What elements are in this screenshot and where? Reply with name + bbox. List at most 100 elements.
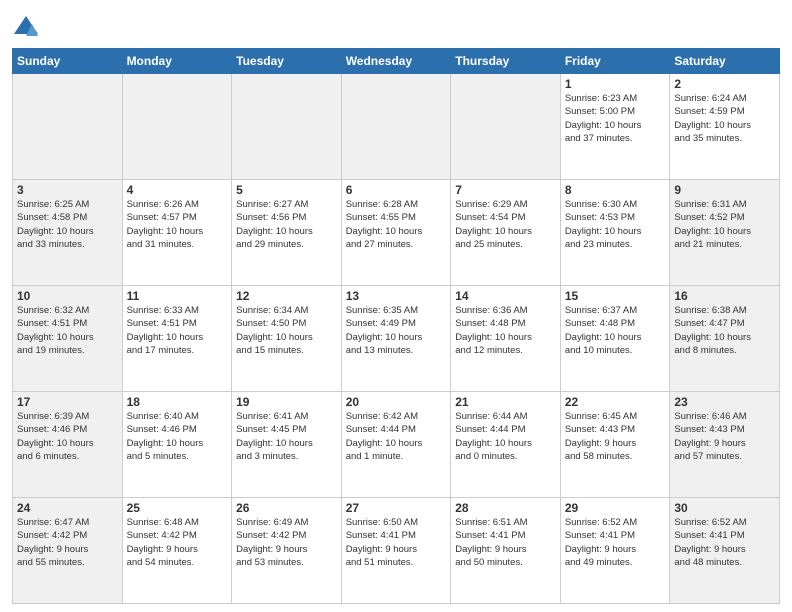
day-info: Sunrise: 6:36 AM Sunset: 4:48 PM Dayligh… xyxy=(455,304,556,357)
logo xyxy=(12,14,43,42)
day-number: 22 xyxy=(565,395,666,409)
day-number: 27 xyxy=(346,501,447,515)
calendar-cell: 28Sunrise: 6:51 AM Sunset: 4:41 PM Dayli… xyxy=(451,498,561,604)
day-number: 15 xyxy=(565,289,666,303)
day-info: Sunrise: 6:49 AM Sunset: 4:42 PM Dayligh… xyxy=(236,516,337,569)
day-info: Sunrise: 6:52 AM Sunset: 4:41 PM Dayligh… xyxy=(565,516,666,569)
calendar-cell: 5Sunrise: 6:27 AM Sunset: 4:56 PM Daylig… xyxy=(232,180,342,286)
day-info: Sunrise: 6:47 AM Sunset: 4:42 PM Dayligh… xyxy=(17,516,118,569)
day-info: Sunrise: 6:28 AM Sunset: 4:55 PM Dayligh… xyxy=(346,198,447,251)
calendar-cell: 15Sunrise: 6:37 AM Sunset: 4:48 PM Dayli… xyxy=(560,286,670,392)
day-info: Sunrise: 6:23 AM Sunset: 5:00 PM Dayligh… xyxy=(565,92,666,145)
calendar-cell: 23Sunrise: 6:46 AM Sunset: 4:43 PM Dayli… xyxy=(670,392,780,498)
week-row-1: 1Sunrise: 6:23 AM Sunset: 5:00 PM Daylig… xyxy=(13,74,780,180)
calendar-cell: 10Sunrise: 6:32 AM Sunset: 4:51 PM Dayli… xyxy=(13,286,123,392)
day-number: 29 xyxy=(565,501,666,515)
day-number: 1 xyxy=(565,77,666,91)
day-info: Sunrise: 6:35 AM Sunset: 4:49 PM Dayligh… xyxy=(346,304,447,357)
day-info: Sunrise: 6:26 AM Sunset: 4:57 PM Dayligh… xyxy=(127,198,228,251)
calendar-cell: 6Sunrise: 6:28 AM Sunset: 4:55 PM Daylig… xyxy=(341,180,451,286)
day-number: 18 xyxy=(127,395,228,409)
day-number: 5 xyxy=(236,183,337,197)
weekday-header-saturday: Saturday xyxy=(670,49,780,74)
calendar-cell: 19Sunrise: 6:41 AM Sunset: 4:45 PM Dayli… xyxy=(232,392,342,498)
day-info: Sunrise: 6:41 AM Sunset: 4:45 PM Dayligh… xyxy=(236,410,337,463)
day-number: 4 xyxy=(127,183,228,197)
day-number: 12 xyxy=(236,289,337,303)
weekday-header-sunday: Sunday xyxy=(13,49,123,74)
calendar-cell: 7Sunrise: 6:29 AM Sunset: 4:54 PM Daylig… xyxy=(451,180,561,286)
day-number: 6 xyxy=(346,183,447,197)
day-info: Sunrise: 6:39 AM Sunset: 4:46 PM Dayligh… xyxy=(17,410,118,463)
day-number: 25 xyxy=(127,501,228,515)
calendar-cell: 22Sunrise: 6:45 AM Sunset: 4:43 PM Dayli… xyxy=(560,392,670,498)
logo-icon xyxy=(12,14,40,42)
calendar-cell xyxy=(13,74,123,180)
day-number: 16 xyxy=(674,289,775,303)
calendar-cell xyxy=(451,74,561,180)
day-info: Sunrise: 6:30 AM Sunset: 4:53 PM Dayligh… xyxy=(565,198,666,251)
calendar-cell: 14Sunrise: 6:36 AM Sunset: 4:48 PM Dayli… xyxy=(451,286,561,392)
calendar-cell: 24Sunrise: 6:47 AM Sunset: 4:42 PM Dayli… xyxy=(13,498,123,604)
calendar: SundayMondayTuesdayWednesdayThursdayFrid… xyxy=(12,48,780,604)
weekday-header-friday: Friday xyxy=(560,49,670,74)
day-number: 21 xyxy=(455,395,556,409)
day-number: 7 xyxy=(455,183,556,197)
day-info: Sunrise: 6:46 AM Sunset: 4:43 PM Dayligh… xyxy=(674,410,775,463)
day-info: Sunrise: 6:37 AM Sunset: 4:48 PM Dayligh… xyxy=(565,304,666,357)
calendar-cell: 26Sunrise: 6:49 AM Sunset: 4:42 PM Dayli… xyxy=(232,498,342,604)
calendar-cell: 17Sunrise: 6:39 AM Sunset: 4:46 PM Dayli… xyxy=(13,392,123,498)
day-info: Sunrise: 6:40 AM Sunset: 4:46 PM Dayligh… xyxy=(127,410,228,463)
day-info: Sunrise: 6:27 AM Sunset: 4:56 PM Dayligh… xyxy=(236,198,337,251)
weekday-header-monday: Monday xyxy=(122,49,232,74)
day-info: Sunrise: 6:48 AM Sunset: 4:42 PM Dayligh… xyxy=(127,516,228,569)
day-info: Sunrise: 6:31 AM Sunset: 4:52 PM Dayligh… xyxy=(674,198,775,251)
calendar-cell: 12Sunrise: 6:34 AM Sunset: 4:50 PM Dayli… xyxy=(232,286,342,392)
page: SundayMondayTuesdayWednesdayThursdayFrid… xyxy=(0,0,792,612)
calendar-cell: 27Sunrise: 6:50 AM Sunset: 4:41 PM Dayli… xyxy=(341,498,451,604)
calendar-cell: 21Sunrise: 6:44 AM Sunset: 4:44 PM Dayli… xyxy=(451,392,561,498)
calendar-cell: 3Sunrise: 6:25 AM Sunset: 4:58 PM Daylig… xyxy=(13,180,123,286)
day-info: Sunrise: 6:25 AM Sunset: 4:58 PM Dayligh… xyxy=(17,198,118,251)
calendar-cell: 18Sunrise: 6:40 AM Sunset: 4:46 PM Dayli… xyxy=(122,392,232,498)
week-row-2: 3Sunrise: 6:25 AM Sunset: 4:58 PM Daylig… xyxy=(13,180,780,286)
day-info: Sunrise: 6:42 AM Sunset: 4:44 PM Dayligh… xyxy=(346,410,447,463)
calendar-cell: 25Sunrise: 6:48 AM Sunset: 4:42 PM Dayli… xyxy=(122,498,232,604)
week-row-4: 17Sunrise: 6:39 AM Sunset: 4:46 PM Dayli… xyxy=(13,392,780,498)
day-number: 26 xyxy=(236,501,337,515)
calendar-cell: 1Sunrise: 6:23 AM Sunset: 5:00 PM Daylig… xyxy=(560,74,670,180)
calendar-cell: 9Sunrise: 6:31 AM Sunset: 4:52 PM Daylig… xyxy=(670,180,780,286)
day-number: 11 xyxy=(127,289,228,303)
day-info: Sunrise: 6:44 AM Sunset: 4:44 PM Dayligh… xyxy=(455,410,556,463)
weekday-header-row: SundayMondayTuesdayWednesdayThursdayFrid… xyxy=(13,49,780,74)
day-number: 20 xyxy=(346,395,447,409)
weekday-header-tuesday: Tuesday xyxy=(232,49,342,74)
weekday-header-wednesday: Wednesday xyxy=(341,49,451,74)
day-number: 2 xyxy=(674,77,775,91)
calendar-cell: 2Sunrise: 6:24 AM Sunset: 4:59 PM Daylig… xyxy=(670,74,780,180)
day-info: Sunrise: 6:34 AM Sunset: 4:50 PM Dayligh… xyxy=(236,304,337,357)
calendar-cell: 29Sunrise: 6:52 AM Sunset: 4:41 PM Dayli… xyxy=(560,498,670,604)
day-number: 30 xyxy=(674,501,775,515)
day-number: 19 xyxy=(236,395,337,409)
calendar-cell xyxy=(122,74,232,180)
day-info: Sunrise: 6:24 AM Sunset: 4:59 PM Dayligh… xyxy=(674,92,775,145)
calendar-cell xyxy=(232,74,342,180)
calendar-cell xyxy=(341,74,451,180)
day-info: Sunrise: 6:51 AM Sunset: 4:41 PM Dayligh… xyxy=(455,516,556,569)
calendar-cell: 16Sunrise: 6:38 AM Sunset: 4:47 PM Dayli… xyxy=(670,286,780,392)
day-info: Sunrise: 6:32 AM Sunset: 4:51 PM Dayligh… xyxy=(17,304,118,357)
day-info: Sunrise: 6:50 AM Sunset: 4:41 PM Dayligh… xyxy=(346,516,447,569)
day-info: Sunrise: 6:38 AM Sunset: 4:47 PM Dayligh… xyxy=(674,304,775,357)
day-number: 13 xyxy=(346,289,447,303)
weekday-header-thursday: Thursday xyxy=(451,49,561,74)
calendar-cell: 4Sunrise: 6:26 AM Sunset: 4:57 PM Daylig… xyxy=(122,180,232,286)
day-number: 8 xyxy=(565,183,666,197)
day-info: Sunrise: 6:52 AM Sunset: 4:41 PM Dayligh… xyxy=(674,516,775,569)
day-number: 10 xyxy=(17,289,118,303)
calendar-cell: 30Sunrise: 6:52 AM Sunset: 4:41 PM Dayli… xyxy=(670,498,780,604)
week-row-3: 10Sunrise: 6:32 AM Sunset: 4:51 PM Dayli… xyxy=(13,286,780,392)
calendar-cell: 20Sunrise: 6:42 AM Sunset: 4:44 PM Dayli… xyxy=(341,392,451,498)
day-number: 24 xyxy=(17,501,118,515)
calendar-cell: 11Sunrise: 6:33 AM Sunset: 4:51 PM Dayli… xyxy=(122,286,232,392)
